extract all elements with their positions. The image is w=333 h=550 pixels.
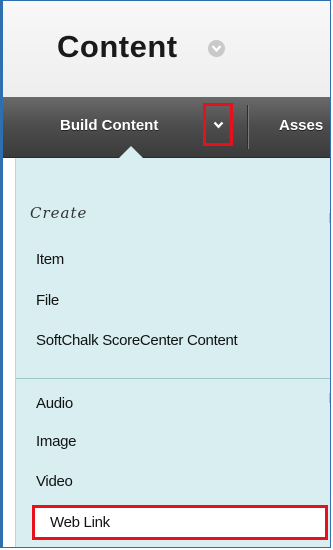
menu-item-audio[interactable]: Audio [36,395,73,412]
menu-item-file[interactable]: File [36,292,59,309]
assessments-label: Asses [279,117,324,134]
chevron-down-icon[interactable] [208,40,225,57]
assessments-menu-button[interactable]: Asses [257,97,330,157]
panel-edge-mark [329,213,330,223]
menu-item-web-link-label: Web Link [50,514,110,531]
menu-item-web-link[interactable]: Web Link [32,505,328,540]
page-header: Content [3,1,330,97]
toolbar-divider [247,105,248,149]
panel-edge-mark [329,393,330,403]
menu-item-video[interactable]: Video [36,473,73,490]
page-title: Content [57,29,178,64]
content-toolbar: Build Content Asses [3,97,330,158]
menu-item-item[interactable]: Item [36,251,64,268]
menu-item-image[interactable]: Image [36,433,77,450]
chevron-down-icon [213,121,224,129]
menu-item-softchalk[interactable]: SoftChalk ScoreCenter Content [36,332,238,349]
menu-pointer [119,146,143,158]
build-content-dropdown-menu: Create Item File SoftChalk ScoreCenter C… [15,158,330,547]
page-frame: Content Build Content Asses Create Item … [0,0,331,548]
section-heading-create: Create [30,204,88,222]
build-content-dropdown-toggle[interactable] [203,103,233,146]
build-content-label: Build Content [60,117,159,134]
menu-separator [16,378,330,379]
